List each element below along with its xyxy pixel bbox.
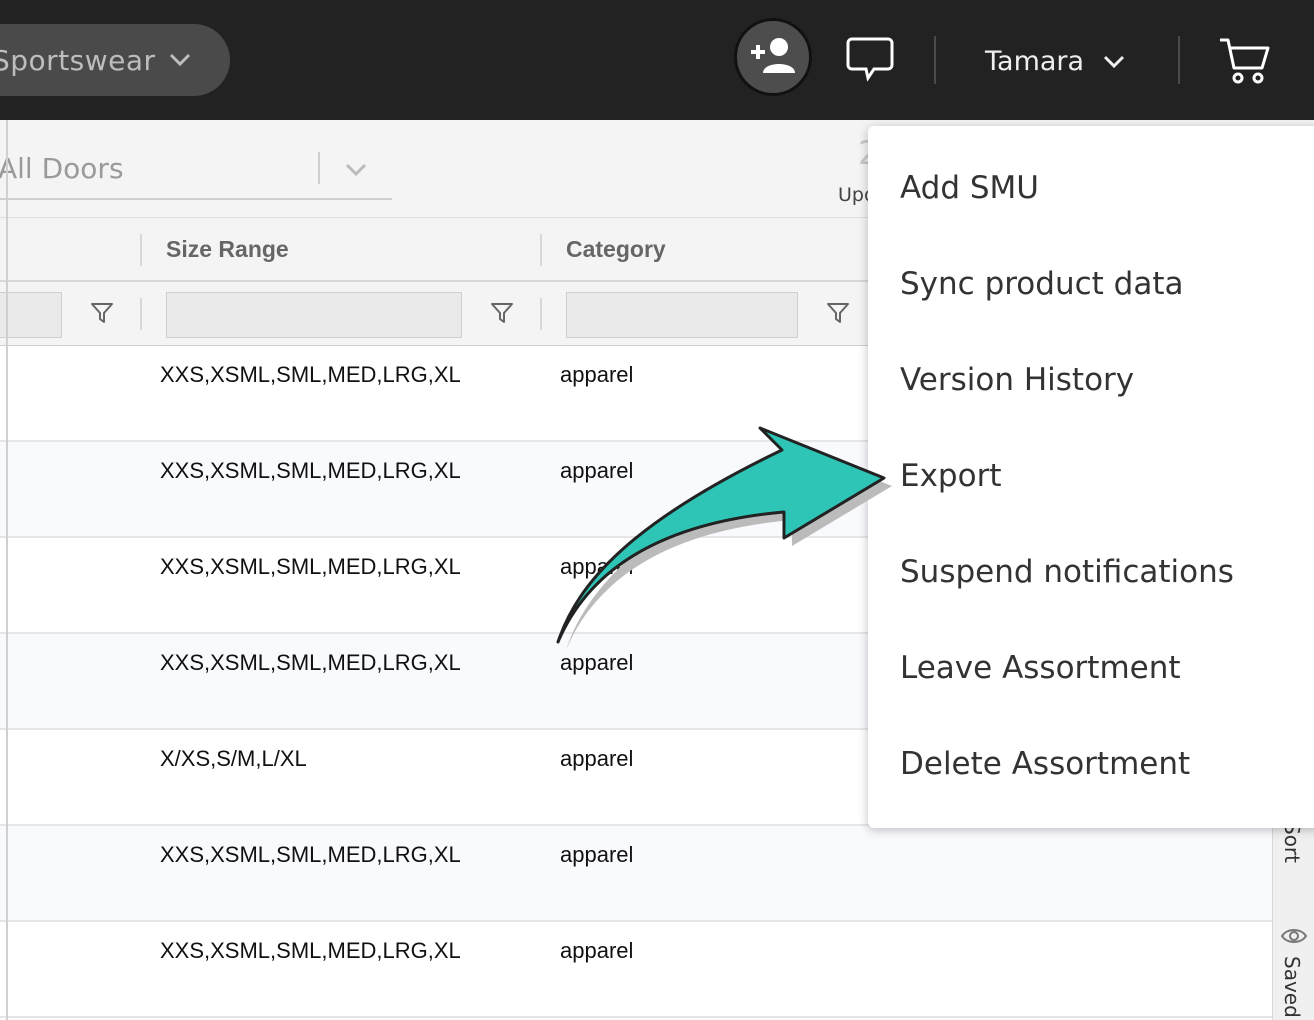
table-row[interactable]: XXS,XSML,SML,MED,LRG,XL apparel <box>0 922 1272 1018</box>
saved-panel-tab[interactable]: Saved <box>1280 956 1304 1018</box>
size-range-cell: XXS,XSML,SML,MED,LRG,XL <box>160 554 461 579</box>
category-cell: apparel <box>560 746 634 771</box>
category-cell: apparel <box>560 842 634 867</box>
size-range-filter-input[interactable] <box>166 292 462 338</box>
menu-item-sync-product-data[interactable]: Sync product data <box>900 266 1183 302</box>
menu-item-export[interactable]: Export <box>900 458 1001 494</box>
size-range-cell: XXS,XSML,SML,MED,LRG,XL <box>160 650 461 675</box>
sort-panel-tab[interactable]: Sort <box>1280 822 1304 863</box>
category-cell: apparel <box>560 938 634 963</box>
category-cell: apparel <box>560 554 634 579</box>
chevron-down-icon <box>345 163 367 177</box>
doors-select[interactable]: All Doors <box>0 150 392 200</box>
column-header-category[interactable]: Category <box>566 236 666 263</box>
size-range-cell: X/XS,S/M,L/XL <box>160 746 307 771</box>
collection-select-label: Sportswear <box>0 44 156 77</box>
select-divider <box>318 152 320 184</box>
menu-item-suspend-notifications[interactable]: Suspend notifications <box>900 554 1234 590</box>
size-range-cell: XXS,XSML,SML,MED,LRG,XL <box>160 362 461 387</box>
size-range-cell: XXS,XSML,SML,MED,LRG,XL <box>160 842 461 867</box>
chevron-down-icon[interactable] <box>1102 54 1126 70</box>
user-menu-name[interactable]: Tamara <box>985 46 1084 77</box>
eye-icon <box>1280 929 1308 943</box>
header-separator <box>934 36 936 84</box>
menu-item-delete-assortment[interactable]: Delete Assortment <box>900 746 1190 782</box>
chat-icon[interactable] <box>846 36 894 82</box>
menu-item-add-smu[interactable]: Add SMU <box>900 170 1039 206</box>
cart-icon[interactable] <box>1218 36 1272 86</box>
column-separator <box>140 298 142 330</box>
filter-icon[interactable] <box>826 302 850 324</box>
column-separator <box>540 298 542 330</box>
category-filter-input[interactable] <box>566 292 798 338</box>
chevron-down-icon <box>169 53 191 67</box>
table-row[interactable]: XXS,XSML,SML,MED,LRG,XL apparel <box>0 826 1272 922</box>
filter-input[interactable] <box>0 292 62 338</box>
filter-icon[interactable] <box>90 302 114 324</box>
filter-icon[interactable] <box>490 302 514 324</box>
add-user-icon <box>751 38 795 73</box>
actions-menu: Add SMU Sync product data Version Histor… <box>868 126 1314 828</box>
menu-item-leave-assortment[interactable]: Leave Assortment <box>900 650 1181 686</box>
top-bar: Sportswear Tamara <box>0 0 1314 120</box>
menu-item-version-history[interactable]: Version History <box>900 362 1134 398</box>
size-range-cell: XXS,XSML,SML,MED,LRG,XL <box>160 938 461 963</box>
add-user-button[interactable] <box>734 18 812 96</box>
collection-select[interactable]: Sportswear <box>0 24 230 96</box>
category-cell: apparel <box>560 362 634 387</box>
header-separator <box>1178 36 1180 84</box>
column-header-size-range[interactable]: Size Range <box>166 236 289 263</box>
table-left-border <box>6 120 8 1020</box>
column-separator <box>140 234 142 266</box>
size-range-cell: XXS,XSML,SML,MED,LRG,XL <box>160 458 461 483</box>
doors-select-label: All Doors <box>0 152 124 185</box>
category-cell: apparel <box>560 650 634 675</box>
category-cell: apparel <box>560 458 634 483</box>
column-separator <box>540 234 542 266</box>
